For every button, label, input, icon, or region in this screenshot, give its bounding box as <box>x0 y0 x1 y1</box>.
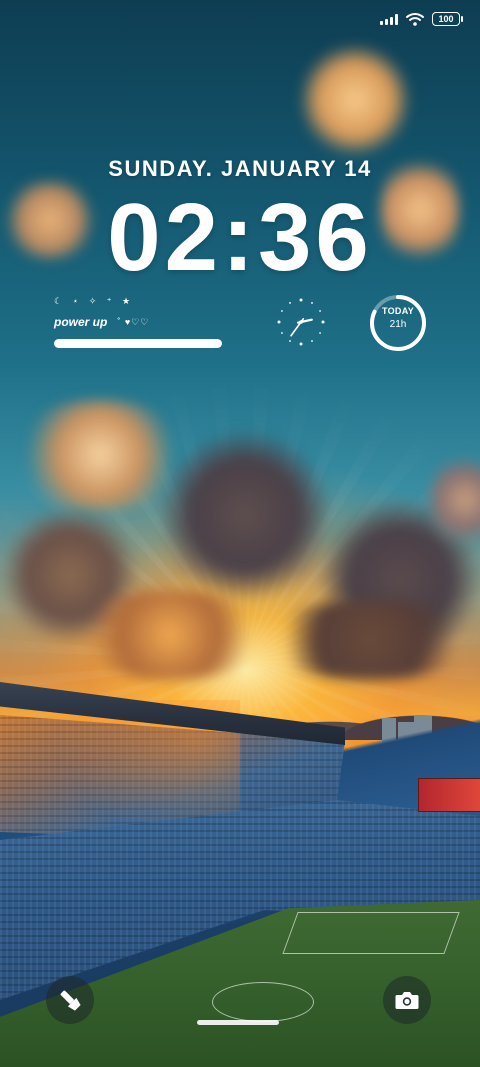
cloud <box>300 40 410 160</box>
flashlight-button[interactable] <box>46 976 94 1024</box>
mood-stars: ☾ ⋆ ✧ ⁺ ★ <box>54 296 135 306</box>
clock-tick <box>319 332 321 334</box>
scoreboard <box>418 778 480 812</box>
clock-tick <box>299 298 303 302</box>
clock-tick <box>277 320 281 324</box>
today-text: TODAY 21h <box>369 306 427 330</box>
mood-progress-bar <box>54 339 222 348</box>
mood-text: power up <box>54 315 108 329</box>
clock-center <box>299 320 303 324</box>
camera-button[interactable] <box>383 976 431 1024</box>
mood-row: power up ˚ ♥♡♡ <box>54 315 224 329</box>
camera-icon <box>395 992 419 1009</box>
today-value: 21h <box>389 319 407 330</box>
clock-tick <box>289 302 291 304</box>
clock-tick <box>321 320 325 324</box>
cloud <box>260 600 480 680</box>
analog-clock-widget[interactable] <box>276 297 326 347</box>
clock-tick <box>289 340 291 342</box>
battery-icon: 100 <box>432 12 463 26</box>
clock-tick <box>299 342 303 346</box>
mood-hearts: ˚ ♥♡♡ <box>117 316 150 327</box>
cloud <box>70 590 270 680</box>
clock-tick <box>319 310 321 312</box>
status-bar: 100 <box>380 12 463 26</box>
lock-time[interactable]: 02:36 <box>0 188 480 288</box>
signal-bars-icon <box>380 13 398 25</box>
flashlight-icon <box>60 990 81 1011</box>
center-circle <box>212 982 314 1022</box>
today-label: TODAY <box>381 306 414 316</box>
clock-tick <box>311 302 313 304</box>
battery-level: 100 <box>438 14 454 24</box>
wifi-icon <box>406 13 424 26</box>
mood-widget[interactable]: ☾ ⋆ ✧ ⁺ ★ power up ˚ ♥♡♡ <box>54 296 224 348</box>
home-indicator[interactable] <box>197 1020 279 1025</box>
cloud <box>160 430 330 600</box>
clock-tick <box>311 340 313 342</box>
clock-tick <box>281 310 283 312</box>
penalty-box <box>282 912 460 954</box>
clock-tick <box>281 332 283 334</box>
lock-date: SUNDAY. JANUARY 14 <box>108 156 372 181</box>
